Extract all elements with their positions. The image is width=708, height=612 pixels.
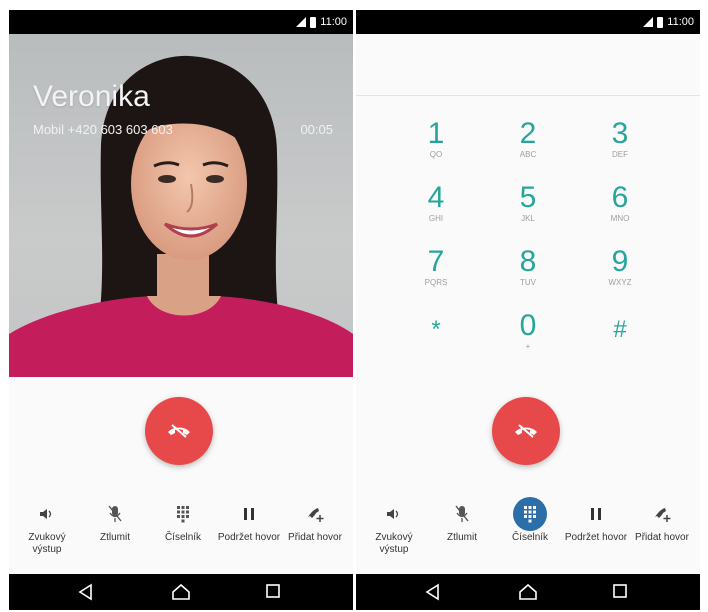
speaker-icon bbox=[387, 509, 399, 519]
key-letters: + bbox=[525, 342, 531, 351]
key-digit: 2 bbox=[519, 117, 537, 150]
hold-label: Podržet hovor bbox=[217, 532, 281, 543]
status-bar: 11:00 bbox=[356, 10, 700, 34]
dialpad-key-6[interactable]: 6 MNO bbox=[580, 182, 660, 224]
back-icon[interactable] bbox=[424, 583, 442, 601]
key-letters: GHI bbox=[428, 214, 444, 223]
signal-icon bbox=[643, 17, 654, 27]
mute-label: Ztlumit bbox=[447, 532, 477, 543]
navigation-bar bbox=[356, 574, 700, 610]
add-call-icon bbox=[655, 508, 671, 522]
dialpad-key-1[interactable]: 1 QO bbox=[396, 118, 476, 160]
home-icon[interactable] bbox=[171, 583, 191, 601]
pause-icon bbox=[244, 508, 254, 520]
add-call-control[interactable]: Přidat hovor bbox=[281, 496, 349, 544]
key-digit: 8 bbox=[519, 245, 537, 278]
mute-label: Ztlumit bbox=[100, 532, 130, 543]
add-call-label: Přidat hovor bbox=[635, 532, 689, 543]
key-digit: * bbox=[431, 316, 441, 343]
dialpad-key-5[interactable]: 5 JKL bbox=[488, 182, 568, 224]
caller-name: Veronika bbox=[33, 80, 150, 113]
dialpad-key-star[interactable]: * bbox=[396, 314, 476, 346]
status-bar: 11:00 bbox=[9, 10, 353, 34]
key-digit: 5 bbox=[519, 181, 537, 214]
key-digit: 6 bbox=[611, 181, 629, 214]
key-digit: 1 bbox=[427, 117, 445, 150]
key-letters: ABC bbox=[519, 150, 537, 159]
key-digit: 0 bbox=[519, 309, 537, 342]
key-letters: PQRS bbox=[424, 278, 448, 287]
key-letters: JKL bbox=[521, 214, 535, 223]
dialpad-key-7[interactable]: 7 PQRS bbox=[396, 246, 476, 288]
home-icon[interactable] bbox=[518, 583, 538, 601]
end-call-button[interactable] bbox=[145, 397, 213, 465]
key-letters: WXYZ bbox=[608, 278, 632, 287]
keypad-label: Číselník bbox=[164, 532, 202, 543]
recents-icon[interactable] bbox=[265, 583, 281, 599]
speaker-control[interactable]: Zvukový výstup bbox=[13, 496, 81, 556]
keypad-control-active[interactable]: Číselník bbox=[496, 496, 564, 544]
mic-off-icon bbox=[455, 505, 469, 522]
status-time: 11:00 bbox=[667, 16, 694, 28]
add-call-icon bbox=[308, 508, 324, 522]
add-call-control[interactable]: Přidat hovor bbox=[628, 496, 696, 544]
speaker-label: Zvukový výstup bbox=[28, 532, 66, 555]
hold-control[interactable]: Podržet hovor bbox=[562, 496, 630, 544]
call-controls: Zvukový výstup Ztlumit Číselník Podržet … bbox=[356, 496, 700, 574]
in-call-screen: 11:00 Veronika Mobil +420 603 603 603 00… bbox=[9, 10, 353, 610]
caller-number: Mobil +420 603 603 603 bbox=[33, 122, 173, 137]
dialpad-key-9[interactable]: 9 WXYZ bbox=[580, 246, 660, 288]
in-call-dialpad-screen: 11:00 1 QO 2 ABC 3 DEF 4 GHI 5 JKL 6 MNO 7 PQRS… bbox=[356, 10, 700, 610]
end-call-button[interactable] bbox=[492, 397, 560, 465]
hold-label: Podržet hovor bbox=[564, 532, 628, 543]
call-timer: 00:05 bbox=[300, 122, 333, 137]
dialpad-key-2[interactable]: 2 ABC bbox=[488, 118, 568, 160]
keypad-control[interactable]: Číselník bbox=[149, 496, 217, 544]
key-letters: TUV bbox=[520, 278, 536, 287]
mic-off-icon bbox=[108, 505, 122, 522]
hang-up-icon bbox=[168, 424, 190, 438]
hold-control[interactable]: Podržet hovor bbox=[215, 496, 283, 544]
key-letters: QO bbox=[429, 150, 443, 159]
dialpad-key-hash[interactable]: # bbox=[580, 314, 660, 346]
dialpad-digits-display bbox=[356, 34, 700, 96]
speaker-label: Zvukový výstup bbox=[375, 532, 413, 555]
dialpad-icon bbox=[524, 506, 536, 523]
battery-icon bbox=[310, 16, 317, 28]
keypad-label: Číselník bbox=[511, 532, 549, 543]
pause-icon bbox=[591, 508, 601, 520]
speaker-icon bbox=[40, 509, 52, 519]
dialpad-key-0[interactable]: 0 + bbox=[488, 310, 568, 352]
dialpad-key-8[interactable]: 8 TUV bbox=[488, 246, 568, 288]
dialpad: 1 QO 2 ABC 3 DEF 4 GHI 5 JKL 6 MNO 7 PQRS 8 TUV … bbox=[356, 96, 700, 376]
signal-icon bbox=[296, 17, 307, 27]
key-letters: MNO bbox=[610, 214, 630, 223]
navigation-bar bbox=[9, 574, 353, 610]
key-digit: 9 bbox=[611, 245, 629, 278]
mute-control[interactable]: Ztlumit bbox=[81, 496, 149, 544]
dialpad-key-3[interactable]: 3 DEF bbox=[580, 118, 660, 160]
contact-photo: Veronika Mobil +420 603 603 603 00:05 bbox=[9, 34, 353, 377]
key-digit: 4 bbox=[427, 181, 445, 214]
key-letters: DEF bbox=[612, 150, 628, 159]
dialpad-key-4[interactable]: 4 GHI bbox=[396, 182, 476, 224]
key-digit: # bbox=[613, 316, 627, 343]
key-digit: 3 bbox=[611, 117, 629, 150]
status-time: 11:00 bbox=[320, 16, 347, 28]
battery-icon bbox=[657, 16, 664, 28]
keypad-active-indicator bbox=[513, 497, 547, 531]
call-controls: Zvukový výstup Ztlumit Číselník Podržet … bbox=[9, 496, 353, 574]
mute-control[interactable]: Ztlumit bbox=[428, 496, 496, 544]
dialpad-icon bbox=[177, 506, 189, 523]
key-digit: 7 bbox=[427, 245, 445, 278]
hang-up-icon bbox=[515, 424, 537, 438]
add-call-label: Přidat hovor bbox=[288, 532, 342, 543]
recents-icon[interactable] bbox=[612, 583, 628, 599]
speaker-control[interactable]: Zvukový výstup bbox=[360, 496, 428, 556]
back-icon[interactable] bbox=[77, 583, 95, 601]
